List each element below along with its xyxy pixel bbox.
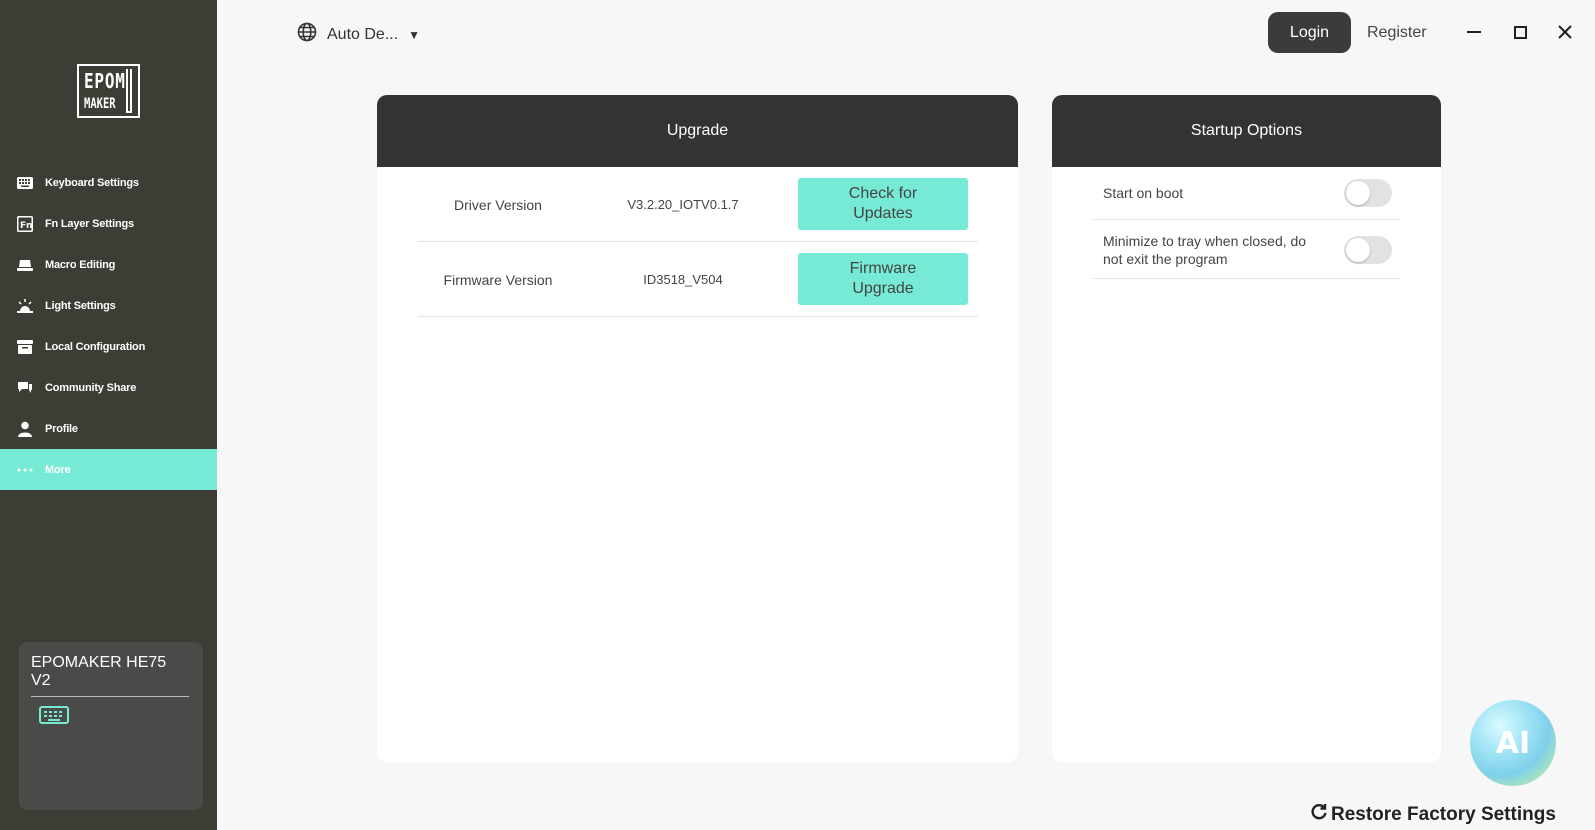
firmware-version-value: ID3518_V504 [643, 272, 723, 287]
more-dots-icon [17, 462, 33, 478]
fn-icon: Fn [17, 215, 33, 232]
language-selector[interactable]: Auto De... ▼ [297, 22, 420, 47]
globe-icon [297, 22, 317, 47]
ai-label: AI [1495, 725, 1531, 761]
toggle-knob [1346, 181, 1370, 205]
restore-label: Restore Factory Settings [1331, 804, 1556, 825]
register-link[interactable]: Register [1367, 24, 1427, 42]
sidebar-item-macro-editing[interactable]: Macro Editing [0, 244, 217, 285]
upgrade-title: Upgrade [377, 95, 1018, 167]
upgrade-panel: Upgrade Driver Version V3.2.20_IOTV0.1.7… [377, 95, 1018, 762]
close-icon[interactable] [1553, 20, 1577, 44]
restore-factory-settings-button[interactable]: Restore Factory Settings [1310, 803, 1556, 827]
minimize-icon[interactable] [1462, 20, 1486, 44]
firmware-version-row: Firmware Version ID3518_V504 Firmware Up… [418, 242, 978, 317]
sidebar-item-fn-layer-settings[interactable]: Fn Fn Layer Settings [0, 203, 217, 244]
sidebar-item-label: Profile [45, 422, 78, 435]
minimize-to-tray-label: Minimize to tray when closed, do not exi… [1103, 233, 1307, 267]
sidebar-item-profile[interactable]: Profile [0, 408, 217, 449]
sidebar-item-label: Macro Editing [45, 258, 116, 271]
start-on-boot-label: Start on boot [1103, 185, 1184, 201]
sidebar-nav: Keyboard Settings Fn Fn Layer Settings M… [0, 162, 217, 490]
sidebar-item-label: Community Share [45, 381, 137, 394]
logo-text-top: EPOM [84, 69, 126, 93]
sidebar-item-label: Local Configuration [45, 340, 146, 353]
firmware-upgrade-button[interactable]: Firmware Upgrade [798, 253, 968, 305]
keyboard-icon [17, 175, 33, 191]
device-name: EPOMAKER HE75 V2 [31, 654, 189, 697]
startup-options-panel: Startup Options Start on boot Minimize t… [1052, 95, 1441, 762]
login-button[interactable]: Login [1268, 12, 1351, 53]
sidebar-item-label: Fn Layer Settings [45, 217, 134, 230]
user-icon [17, 421, 33, 437]
caret-down-icon: ▼ [408, 27, 421, 42]
sidebar-item-keyboard-settings[interactable]: Keyboard Settings [0, 162, 217, 203]
svg-text:Fn: Fn [20, 221, 32, 231]
keyboard-icon [39, 706, 69, 731]
driver-version-label: Driver Version [454, 196, 542, 213]
logo-text-bottom: MAKER [84, 96, 116, 112]
epomaker-logo: EPOM MAKER [77, 64, 140, 118]
sidebar-item-community-share[interactable]: Community Share [0, 367, 217, 408]
firmware-version-label: Firmware Version [443, 271, 553, 288]
sidebar-item-label: Light Settings [45, 299, 116, 312]
ai-assistant-button[interactable]: AI [1470, 700, 1556, 786]
sidebar-item-light-settings[interactable]: Light Settings [0, 285, 217, 326]
refresh-icon [1310, 803, 1328, 827]
minimize-to-tray-toggle[interactable] [1344, 236, 1392, 264]
logo-bar [126, 69, 132, 113]
sidebar: EPOM MAKER Keyboard Settings Fn Fn Layer… [0, 0, 217, 830]
language-value: Auto De... [327, 25, 399, 43]
toggle-knob [1346, 238, 1370, 262]
maximize-icon[interactable] [1508, 20, 1532, 44]
light-icon [17, 298, 33, 314]
driver-version-row: Driver Version V3.2.20_IOTV0.1.7 Check f… [418, 167, 978, 242]
macro-icon [17, 257, 33, 273]
start-on-boot-row: Start on boot [1093, 167, 1400, 220]
startup-options-title: Startup Options [1052, 95, 1441, 167]
chat-icon [17, 380, 33, 396]
sidebar-item-label: More [45, 463, 71, 476]
start-on-boot-toggle[interactable] [1344, 179, 1392, 207]
minimize-to-tray-row: Minimize to tray when closed, do not exi… [1093, 220, 1400, 279]
check-for-updates-button[interactable]: Check for Updates [798, 178, 968, 230]
sidebar-item-more[interactable]: More [0, 449, 217, 490]
driver-version-value: V3.2.20_IOTV0.1.7 [627, 197, 739, 212]
archive-icon [17, 339, 33, 355]
sidebar-item-local-configuration[interactable]: Local Configuration [0, 326, 217, 367]
sidebar-item-label: Keyboard Settings [45, 176, 139, 189]
device-card[interactable]: EPOMAKER HE75 V2 [19, 642, 203, 810]
